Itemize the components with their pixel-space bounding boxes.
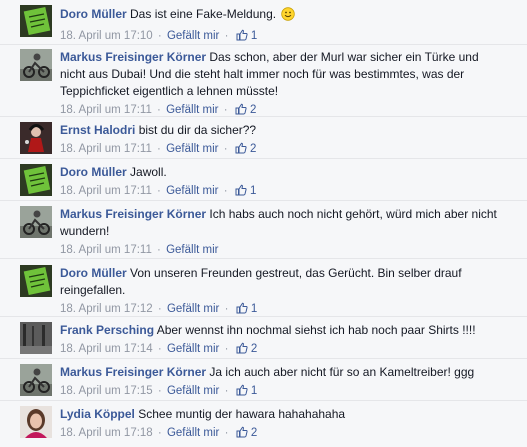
avatar[interactable] [20, 122, 52, 154]
comment-item: Ernst Halodri bist du dir da sicher?? 18… [0, 116, 527, 158]
thumbs-up-icon[interactable] [236, 342, 248, 359]
comment-item: Markus Freisinger Körner Ja ich auch abe… [0, 358, 527, 400]
comment-item: Doro Müller Jawoll. 18. April um 17:11 ·… [0, 158, 527, 200]
comment-timestamp[interactable]: 18. April um 17:12 [60, 303, 153, 315]
avatar[interactable] [20, 265, 52, 297]
green-sign-avatar-icon [20, 265, 52, 297]
like-button[interactable]: Gefällt mir [167, 303, 219, 315]
thumbs-up-icon[interactable] [235, 184, 247, 201]
avatar[interactable] [20, 49, 52, 81]
comment-author[interactable]: Frank Persching [60, 323, 154, 337]
like-count[interactable]: 1 [251, 30, 257, 42]
like-count[interactable]: 1 [251, 303, 257, 315]
like-button[interactable]: Gefällt mir [167, 385, 219, 397]
like-count[interactable]: 2 [250, 104, 256, 116]
avatar[interactable] [20, 164, 52, 196]
comment-timestamp[interactable]: 18. April um 17:11 [60, 185, 152, 197]
comment-author[interactable]: Markus Freisinger Körner [60, 365, 206, 379]
comment-timestamp[interactable]: 18. April um 17:10 [60, 30, 153, 42]
thumbs-up-icon[interactable] [236, 384, 248, 401]
avatar[interactable] [20, 5, 52, 37]
smiley-icon [281, 7, 296, 26]
green-sign-avatar-icon [20, 5, 52, 37]
comment-item: Markus Freisinger Körner Ich habs auch n… [0, 200, 527, 258]
comment-text: Jawoll. [130, 165, 167, 179]
comment-author[interactable]: Ernst Halodri [60, 123, 135, 137]
comment-author[interactable]: Markus Freisinger Körner [60, 207, 206, 221]
comment-author[interactable]: Markus Freisinger Körner [60, 50, 206, 64]
comment-timestamp[interactable]: 18. April um 17:11 [60, 143, 152, 155]
comment-item: Lydia Köppel Schee muntig der hawara hah… [0, 400, 527, 447]
like-button[interactable]: Gefällt mir [166, 143, 218, 155]
avatar[interactable] [20, 322, 52, 354]
avatar[interactable] [20, 364, 52, 396]
like-button[interactable]: Gefällt mir [167, 343, 219, 355]
comment-feed: Doro Müller Das ist eine Fake-Meldung. 1… [0, 0, 527, 447]
like-count[interactable]: 1 [250, 185, 256, 197]
like-count[interactable]: 1 [251, 385, 257, 397]
comment-text: Das ist eine Fake-Meldung. [130, 7, 277, 21]
comment-meta: 18. April um 17:15 · Gefällt mir · 1 [60, 383, 497, 401]
like-button[interactable]: Gefällt mir [167, 427, 219, 439]
comment-text: Ja ich auch aber nicht für so an Kameltr… [209, 365, 475, 379]
comment-item: Doro Müller Das ist eine Fake-Meldung. 1… [0, 0, 527, 44]
comment-text: Aber wennst ihn nochmal siehst ich hab n… [156, 323, 476, 337]
dark-figure-avatar-icon [20, 122, 52, 154]
thumbs-up-icon[interactable] [236, 426, 248, 443]
motorbike-avatar-icon [20, 206, 52, 238]
like-count[interactable]: 2 [251, 427, 257, 439]
avatar[interactable] [20, 406, 52, 438]
comment-item: Markus Freisinger Körner Das schon, aber… [0, 44, 527, 116]
comment-meta: 18. April um 17:11 · Gefällt mir · 1 [60, 183, 497, 201]
like-button[interactable]: Gefällt mir [166, 104, 218, 116]
like-button[interactable]: Gefällt mir [166, 244, 218, 256]
like-button[interactable]: Gefällt mir [166, 185, 218, 197]
thumbs-up-icon[interactable] [235, 142, 247, 159]
comment-timestamp[interactable]: 18. April um 17:15 [60, 385, 153, 397]
comment-author[interactable]: Doro Müller [60, 7, 127, 21]
avatar[interactable] [20, 206, 52, 238]
comment-timestamp[interactable]: 18. April um 17:18 [60, 427, 153, 439]
comment-text: Schee muntig der hawara hahahahaha [138, 407, 346, 421]
motorbike-avatar-icon [20, 49, 52, 81]
comment-meta: 18. April um 17:14 · Gefällt mir · 2 [60, 341, 497, 359]
like-button[interactable]: Gefällt mir [167, 30, 219, 42]
comment-meta: 18. April um 17:11 · Gefällt mir [60, 244, 219, 256]
comment-author[interactable]: Doro Müller [60, 266, 127, 280]
motorbike-avatar-icon [20, 364, 52, 396]
comment-timestamp[interactable]: 18. April um 17:11 [60, 104, 152, 116]
like-count[interactable]: 2 [250, 143, 256, 155]
comment-item: Doro Müller Von unseren Freunden gestreu… [0, 258, 527, 316]
comment-item: Frank Persching Aber wennst ihn nochmal … [0, 316, 527, 358]
grey-photo-avatar-icon [20, 322, 52, 354]
comment-author[interactable]: Doro Müller [60, 165, 127, 179]
comment-author[interactable]: Lydia Köppel [60, 407, 135, 421]
green-sign-avatar-icon [20, 164, 52, 196]
comment-meta: 18. April um 17:11 · Gefällt mir · 2 [60, 141, 497, 159]
comment-meta: 18. April um 17:18 · Gefällt mir · 2 [60, 425, 497, 443]
comment-timestamp[interactable]: 18. April um 17:11 [60, 244, 152, 256]
comment-text: bist du dir da sicher?? [138, 123, 257, 137]
comment-timestamp[interactable]: 18. April um 17:14 [60, 343, 153, 355]
portrait-avatar-icon [20, 406, 52, 438]
like-count[interactable]: 2 [251, 343, 257, 355]
